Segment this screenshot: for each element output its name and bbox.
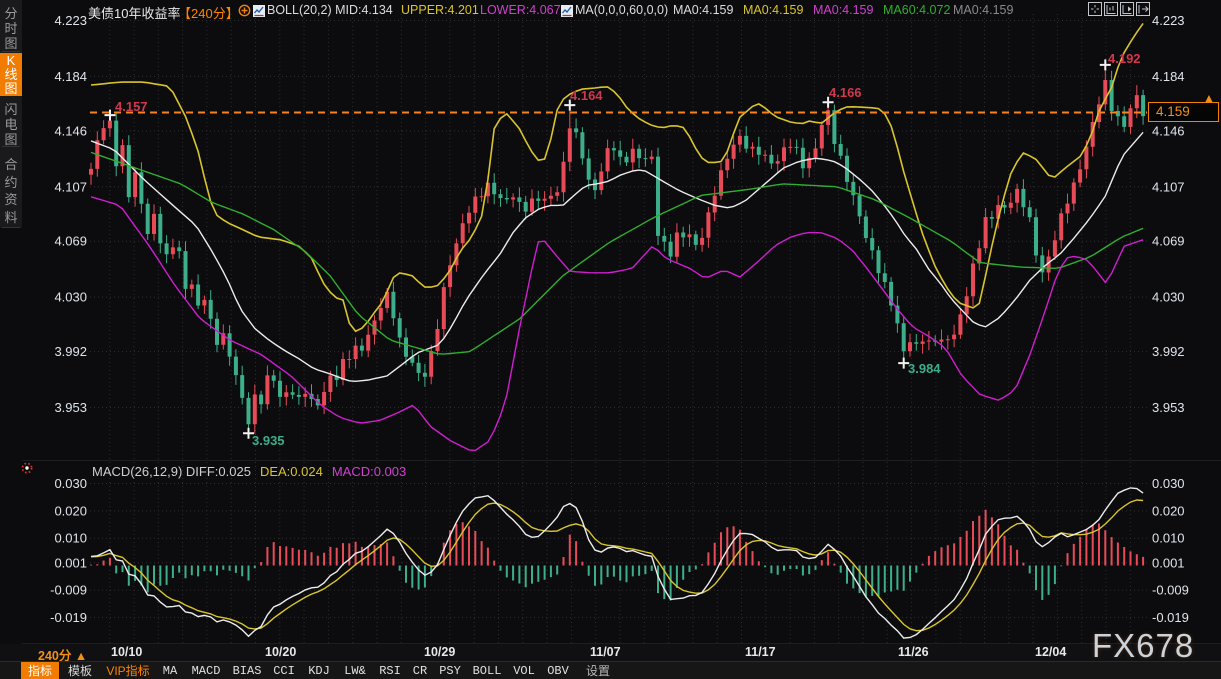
svg-text:4.146: 4.146 (54, 123, 87, 138)
svg-text:-0.009: -0.009 (1152, 583, 1189, 598)
svg-text:4.030: 4.030 (54, 290, 87, 305)
svg-text:4.166: 4.166 (829, 85, 862, 100)
svg-text:-0.009: -0.009 (50, 583, 87, 598)
svg-text:0.010: 0.010 (1152, 531, 1185, 546)
svg-text:4.107: 4.107 (1152, 179, 1185, 194)
svg-text:3.953: 3.953 (1152, 400, 1185, 415)
svg-text:0.001: 0.001 (1152, 555, 1185, 570)
svg-text:4.069: 4.069 (1152, 234, 1185, 249)
svg-text:4.107: 4.107 (54, 179, 87, 194)
svg-text:-0.019: -0.019 (50, 610, 87, 625)
svg-text:3.992: 3.992 (54, 344, 87, 359)
svg-text:4.069: 4.069 (54, 234, 87, 249)
svg-text:4.030: 4.030 (1152, 290, 1185, 305)
svg-text:3.953: 3.953 (54, 400, 87, 415)
svg-text:0.020: 0.020 (54, 503, 87, 518)
svg-text:4.146: 4.146 (1152, 123, 1185, 138)
svg-text:3.992: 3.992 (1152, 344, 1185, 359)
svg-text:0.001: 0.001 (54, 555, 87, 570)
svg-text:4.184: 4.184 (54, 69, 87, 84)
svg-text:-0.019: -0.019 (1152, 610, 1189, 625)
svg-text:4.157: 4.157 (115, 99, 148, 114)
svg-text:4.164: 4.164 (570, 88, 603, 103)
svg-text:0.020: 0.020 (1152, 503, 1185, 518)
svg-text:0.010: 0.010 (54, 531, 87, 546)
svg-text:3.935: 3.935 (252, 433, 285, 448)
svg-text:3.984: 3.984 (908, 361, 941, 376)
svg-text:0.030: 0.030 (54, 476, 87, 491)
svg-text:0.030: 0.030 (1152, 476, 1185, 491)
svg-text:4.192: 4.192 (1108, 51, 1141, 66)
svg-text:4.184: 4.184 (1152, 69, 1185, 84)
